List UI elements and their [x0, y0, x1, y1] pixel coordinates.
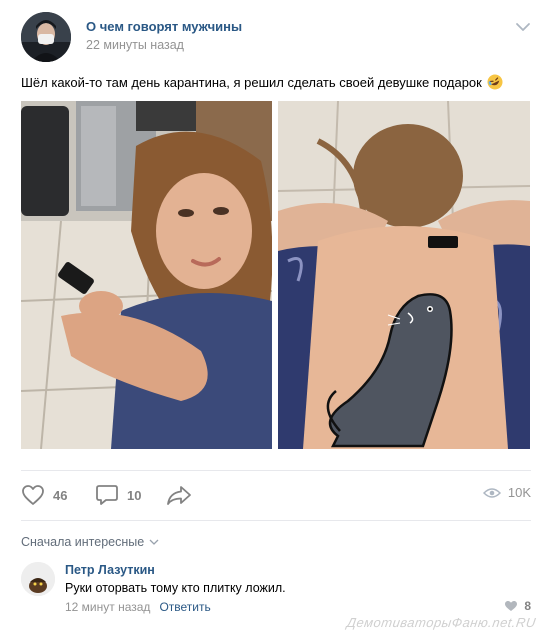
heart-icon	[505, 601, 518, 611]
views-count: 10K	[507, 485, 531, 500]
comments-count: 10	[127, 487, 142, 503]
post-time[interactable]: 22 минуты назад	[86, 38, 184, 52]
reply-link[interactable]: Ответить	[159, 600, 210, 614]
post-author[interactable]: О чем говорят мужчины	[86, 19, 242, 34]
photo-seal-drawing-on-back[interactable]	[278, 101, 530, 449]
commenter-avatar[interactable]	[21, 562, 55, 596]
sort-label: Сначала интересные	[21, 535, 145, 549]
comment-button[interactable]: 10	[95, 484, 141, 506]
comment-text: Руки оторвать тому кто плитку ложил.	[65, 581, 286, 595]
like-button[interactable]: 46	[21, 484, 67, 506]
rofl-emoji-icon	[487, 74, 503, 90]
comment-author[interactable]: Петр Лазуткин	[65, 563, 155, 577]
group-avatar[interactable]	[21, 12, 71, 62]
post-text: Шёл какой-то там день карантина, я решил…	[21, 74, 503, 90]
views-counter: 10K	[482, 485, 531, 500]
chevron-down-icon	[149, 539, 159, 545]
comment-time[interactable]: 12 минут назад	[65, 600, 150, 614]
post-text-content: Шёл какой-то там день карантина, я решил…	[21, 75, 482, 90]
actions-divider-bottom	[21, 520, 531, 521]
eye-icon	[482, 487, 501, 498]
heart-icon	[22, 485, 44, 505]
comment-meta: 12 минут назад Ответить	[65, 600, 211, 614]
chevron-down-icon[interactable]	[515, 20, 531, 32]
share-button[interactable]	[166, 484, 192, 506]
share-icon	[167, 486, 191, 505]
watermark: ДемотиваторыФаню.net.RU	[345, 615, 538, 630]
comment-likes-count: 8	[524, 599, 531, 613]
photo-girl-with-phone[interactable]	[21, 101, 272, 449]
likes-count: 46	[53, 487, 68, 503]
comment-icon	[96, 485, 118, 505]
post-header: О чем говорят мужчины 22 минуты назад	[21, 12, 531, 62]
comment-like-button[interactable]: 8	[504, 599, 531, 613]
comments-sort-dropdown[interactable]: Сначала интересные	[21, 535, 159, 549]
actions-divider-top	[21, 470, 531, 471]
